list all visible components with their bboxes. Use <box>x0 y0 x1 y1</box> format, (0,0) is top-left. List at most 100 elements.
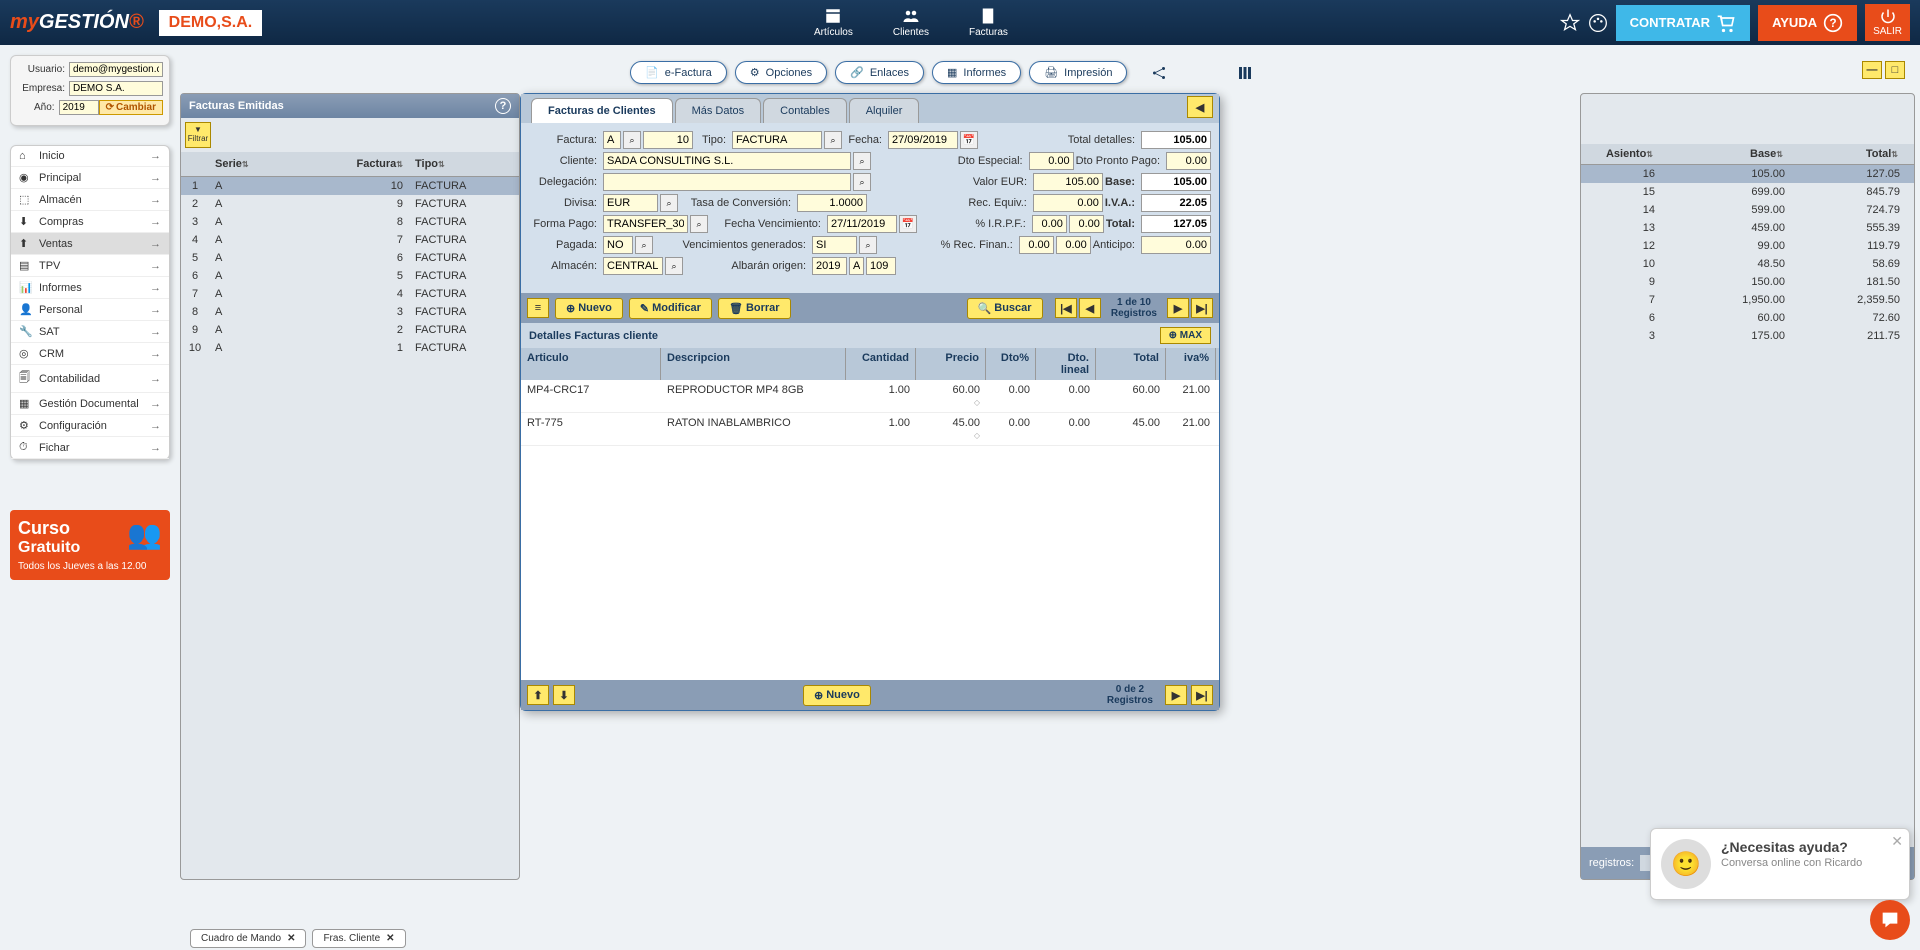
nav-informes[interactable]: 📊Informes→ <box>11 277 169 299</box>
divisa-input[interactable] <box>603 194 658 212</box>
lookup-icon[interactable]: ⌕ <box>824 131 842 149</box>
chat-widget[interactable]: ✕ 🙂 ¿Necesitas ayuda? Conversa online co… <box>1650 828 1910 900</box>
back-button[interactable]: ◀ <box>1187 96 1213 118</box>
tab-fras-cliente[interactable]: Fras. Cliente✕ <box>312 929 405 948</box>
top-icon-articulos[interactable]: Artículos <box>814 7 853 38</box>
chat-bubble-button[interactable] <box>1870 900 1910 940</box>
cambiar-button[interactable]: ⟳ Cambiar <box>99 100 163 115</box>
minimize-button[interactable]: — <box>1862 61 1882 79</box>
table-row[interactable]: 9A2FACTURA <box>181 321 519 339</box>
col-asiento[interactable]: Asiento⇅ <box>1581 148 1661 160</box>
tab-cuadro-mando[interactable]: Cuadro de Mando✕ <box>190 929 306 948</box>
table-row[interactable]: 7A4FACTURA <box>181 285 519 303</box>
nuevo-button[interactable]: ⊕ Nuevo <box>555 298 623 319</box>
help-icon[interactable]: ? <box>495 98 511 114</box>
table-row[interactable]: 5A6FACTURA <box>181 249 519 267</box>
delegacion-input[interactable] <box>603 173 851 191</box>
tab-alquiler[interactable]: Alquiler <box>849 98 920 123</box>
ayuda-button[interactable]: AYUDA ? <box>1758 5 1857 41</box>
star-icon[interactable] <box>1560 13 1580 33</box>
fechavenc-input[interactable] <box>827 215 897 233</box>
irpf-val-input[interactable] <box>1069 215 1104 233</box>
tab-contables[interactable]: Contables <box>763 98 847 123</box>
borrar-button[interactable]: 🗑 Borrar <box>718 298 791 319</box>
table-row[interactable]: 8A3FACTURA <box>181 303 519 321</box>
palette-icon[interactable] <box>1588 13 1608 33</box>
last-record-button[interactable]: ▶| <box>1191 298 1213 318</box>
prev-record-button[interactable]: ◀ <box>1079 298 1101 318</box>
col-total[interactable]: Total⇅ <box>1791 148 1906 160</box>
modificar-button[interactable]: ✎ Modificar <box>629 298 712 319</box>
table-row[interactable]: 4A7FACTURA <box>181 231 519 249</box>
table-row[interactable]: 71,950.002,359.50 <box>1581 291 1914 309</box>
table-row[interactable]: 13459.00555.39 <box>1581 219 1914 237</box>
efactura-button[interactable]: 📄e-Factura <box>630 61 727 84</box>
detail-row[interactable]: RT-775RATON INABLAMBRICO1.0045.00◇0.000.… <box>521 413 1219 446</box>
pagada-input[interactable] <box>603 236 633 254</box>
table-row[interactable]: 16105.00127.05 <box>1581 165 1914 183</box>
lookup-icon[interactable]: ⌕ <box>665 257 683 275</box>
col-tipo[interactable]: Tipo⇅ <box>409 156 499 172</box>
maximize-button[interactable]: □ <box>1885 61 1905 79</box>
col-serie[interactable]: Serie⇅ <box>209 156 289 172</box>
impresion-button[interactable]: 🖨Impresión <box>1029 61 1127 84</box>
tab-facturas-clientes[interactable]: Facturas de Clientes <box>531 98 673 123</box>
table-row[interactable]: 15699.00845.79 <box>1581 183 1914 201</box>
informes-button[interactable]: ▦Informes <box>932 61 1021 84</box>
opciones-button[interactable]: ⚙Opciones <box>735 61 827 84</box>
recequiv-input[interactable] <box>1033 194 1103 212</box>
albaran-num-input[interactable] <box>866 257 896 275</box>
books-icon[interactable] <box>1236 64 1254 82</box>
enlaces-button[interactable]: 🔗Enlaces <box>835 61 924 84</box>
almacen-input[interactable] <box>603 257 663 275</box>
next-record-button[interactable]: ▶ <box>1167 298 1189 318</box>
ano-input[interactable] <box>59 100 99 115</box>
tab-mas-datos[interactable]: Más Datos <box>675 98 762 123</box>
lookup-icon[interactable]: ⌕ <box>859 236 877 254</box>
nav-fichar[interactable]: ⏱Fichar→ <box>11 437 169 459</box>
dtoesp-input[interactable] <box>1029 152 1074 170</box>
lookup-icon[interactable]: ⌕ <box>660 194 678 212</box>
albaran-serie-input[interactable] <box>849 257 864 275</box>
nav-ventas[interactable]: ⬆Ventas→ <box>11 233 169 255</box>
chat-close-icon[interactable]: ✕ <box>1891 833 1903 850</box>
usuario-input[interactable] <box>69 62 163 77</box>
share-icon[interactable] <box>1150 64 1168 82</box>
top-icon-clientes[interactable]: Clientes <box>893 7 929 38</box>
formapago-input[interactable] <box>603 215 688 233</box>
valoreur-input[interactable] <box>1033 173 1103 191</box>
lookup-icon[interactable]: ⌕ <box>853 152 871 170</box>
table-row[interactable]: 2A9FACTURA <box>181 195 519 213</box>
lookup-icon[interactable]: ⌕ <box>853 173 871 191</box>
factura-num-input[interactable] <box>643 131 693 149</box>
table-row[interactable]: 660.0072.60 <box>1581 309 1914 327</box>
detail-next-button[interactable]: ▶ <box>1165 685 1187 705</box>
collapse-down-button[interactable]: ⬇ <box>553 685 575 705</box>
nav-contabilidad[interactable]: 🗐Contabilidad→ <box>11 365 169 393</box>
table-row[interactable]: 3A8FACTURA <box>181 213 519 231</box>
collapse-up-button[interactable]: ⬆ <box>527 685 549 705</box>
table-row[interactable]: 3175.00211.75 <box>1581 327 1914 345</box>
first-record-button[interactable]: |◀ <box>1055 298 1077 318</box>
buscar-button[interactable]: 🔍 Buscar <box>967 298 1043 319</box>
table-row[interactable]: 1A10FACTURA <box>181 177 519 195</box>
detail-last-button[interactable]: ▶| <box>1191 685 1213 705</box>
close-icon[interactable]: ✕ <box>287 933 295 944</box>
top-icon-facturas[interactable]: Facturas <box>969 7 1008 38</box>
nav-sat[interactable]: 🔧SAT→ <box>11 321 169 343</box>
lookup-icon[interactable]: ⌕ <box>690 215 708 233</box>
max-button[interactable]: ⊕ MAX <box>1160 327 1211 344</box>
nav-principal[interactable]: ◉Principal→ <box>11 167 169 189</box>
factura-serie-input[interactable] <box>603 131 621 149</box>
menu-button[interactable]: ≡ <box>527 298 549 318</box>
curso-gratuito-banner[interactable]: 👥 Curso Gratuito Todos los Jueves a las … <box>10 510 170 580</box>
empresa-input[interactable] <box>69 81 163 96</box>
table-row[interactable]: 1048.5058.69 <box>1581 255 1914 273</box>
filter-button[interactable]: ▼Filtrar <box>185 122 211 148</box>
nav-crm[interactable]: ◎CRM→ <box>11 343 169 365</box>
anticipo-input[interactable] <box>1141 236 1211 254</box>
recfin-val-input[interactable] <box>1056 236 1091 254</box>
cliente-input[interactable] <box>603 152 851 170</box>
irpf-pct-input[interactable] <box>1032 215 1067 233</box>
salir-button[interactable]: SALIR <box>1865 4 1910 41</box>
